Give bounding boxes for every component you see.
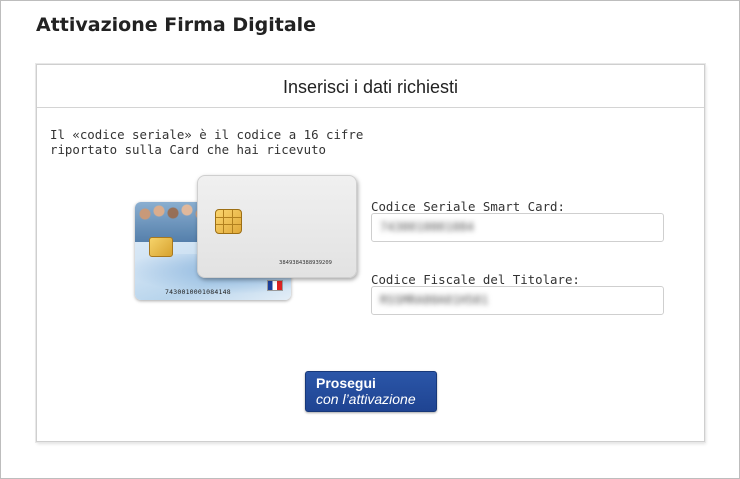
panel-divider bbox=[37, 107, 704, 108]
card-chip-icon bbox=[215, 209, 242, 234]
smart-card-front-image: 3849384388939209 bbox=[197, 175, 357, 278]
continue-button-sublabel: con l’attivazione bbox=[316, 391, 416, 407]
serial-code-label: Codice Seriale Smart Card: bbox=[371, 199, 565, 214]
activation-panel: Inserisci i dati richiesti Il «codice se… bbox=[36, 64, 705, 442]
help-text-line-1: Il «codice seriale» è il codice a 16 cif… bbox=[50, 127, 364, 142]
panel-title: Inserisci i dati richiesti bbox=[282, 77, 459, 97]
flag-icon bbox=[267, 280, 283, 291]
card-back-number: 7430010001084148 bbox=[165, 288, 231, 296]
serial-code-value: 7430010001084 bbox=[380, 220, 474, 234]
help-text: Il «codice seriale» è il codice a 16 cif… bbox=[50, 127, 364, 157]
fiscal-code-value: RSSMRA80A01H501 bbox=[380, 293, 489, 307]
help-text-line-2: riportato sulla Card che hai ricevuto bbox=[50, 142, 327, 157]
continue-button-label: Prosegui bbox=[316, 375, 376, 391]
card-front-number: 3849384388939209 bbox=[279, 260, 332, 266]
continue-activation-button[interactable]: Prosegui con l’attivazione bbox=[305, 371, 437, 412]
page-title: Attivazione Firma Digitale bbox=[36, 14, 317, 36]
card-chip-icon bbox=[149, 237, 173, 257]
fiscal-code-label: Codice Fiscale del Titolare: bbox=[371, 272, 580, 287]
